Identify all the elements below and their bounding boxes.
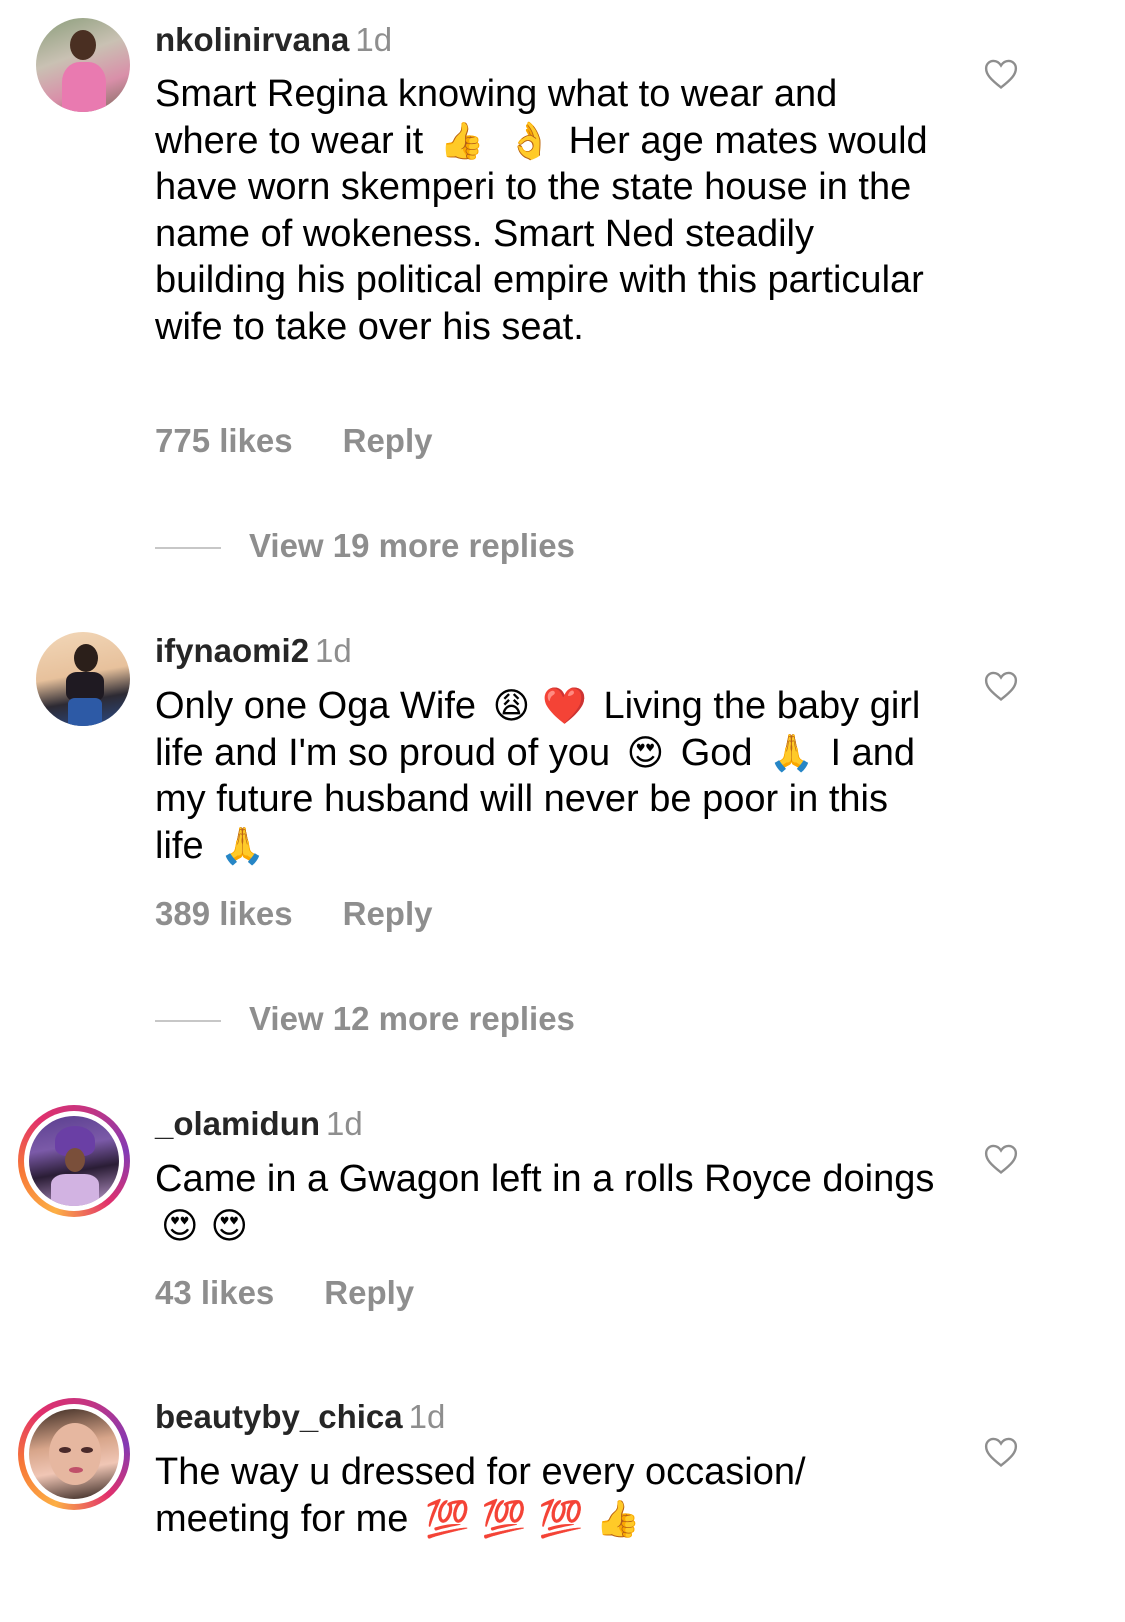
reply-button[interactable]: Reply xyxy=(343,895,433,932)
heart-outline-icon[interactable] xyxy=(984,1143,1018,1175)
comment-text: Only one Oga Wife 😩 ❤️ Living the baby gi… xyxy=(155,683,945,869)
likes-count[interactable]: 775 likes xyxy=(155,422,293,459)
username[interactable]: beautyby_chica xyxy=(155,1398,403,1435)
heart-eyes-emoji: 😍 xyxy=(210,1204,249,1246)
timestamp: 1d xyxy=(408,1398,446,1435)
replies-divider xyxy=(155,1020,221,1023)
reply-button[interactable]: Reply xyxy=(343,422,433,459)
comment-text: Smart Regina knowing what to wear and wh… xyxy=(155,73,928,348)
ok-hand-emoji: 👌 xyxy=(507,119,553,161)
comment-header: ifynaomi2 1d xyxy=(155,631,352,671)
comment-header: nkolinirvana 1d xyxy=(155,20,392,60)
replies-divider xyxy=(155,547,221,550)
view-replies-button[interactable]: View 19 more replies xyxy=(155,527,575,565)
folded-hands-emoji: 🙏 xyxy=(769,731,814,773)
comment-meta: 389 likes Reply xyxy=(155,895,433,933)
avatar xyxy=(29,1116,119,1206)
view-replies-button[interactable]: View 12 more replies xyxy=(155,1000,575,1038)
avatar-story-ring[interactable] xyxy=(18,1398,130,1510)
hundred-points-emoji: 💯 xyxy=(425,1497,470,1539)
timestamp: 1d xyxy=(355,21,393,58)
username[interactable]: nkolinirvana xyxy=(155,21,349,58)
comment-text: The way u dressed for every occasion/ me… xyxy=(155,1449,945,1542)
heart-outline-icon[interactable] xyxy=(984,670,1018,702)
hundred-points-emoji: 💯 xyxy=(538,1497,584,1539)
comment-header: _olamidun 1d xyxy=(155,1104,363,1144)
heart-outline-icon[interactable] xyxy=(984,58,1018,90)
reply-button[interactable]: Reply xyxy=(324,1274,414,1311)
comment-meta: 775 likes Reply xyxy=(155,422,433,460)
heart-eyes-emoji: 😍 xyxy=(161,1204,199,1246)
avatar xyxy=(29,1409,119,1499)
avatar-story-ring[interactable] xyxy=(18,1105,130,1217)
timestamp: 1d xyxy=(315,632,352,669)
username[interactable]: _olamidun xyxy=(155,1105,320,1142)
weary-face-emoji: 😩 xyxy=(492,685,531,726)
avatar[interactable] xyxy=(36,18,130,112)
thumbs-up-emoji: 👍 xyxy=(595,1497,641,1539)
hundred-points-emoji: 💯 xyxy=(481,1497,527,1539)
heart-outline-icon[interactable] xyxy=(984,1436,1018,1468)
heart-eyes-emoji: 😍 xyxy=(626,731,665,773)
likes-count[interactable]: 389 likes xyxy=(155,895,293,932)
avatar[interactable] xyxy=(36,632,130,726)
username[interactable]: ifynaomi2 xyxy=(155,632,309,669)
timestamp: 1d xyxy=(326,1105,363,1142)
thumbs-up-emoji: 👍 xyxy=(439,119,485,161)
comment-meta: 43 likes Reply xyxy=(155,1274,414,1312)
likes-count[interactable]: 43 likes xyxy=(155,1274,274,1311)
comment-text: Came in a Gwagon left in a rolls Royce d… xyxy=(155,1156,945,1249)
red-heart-emoji: ❤️ xyxy=(542,685,587,726)
comment-header: beautyby_chica 1d xyxy=(155,1397,445,1437)
folded-hands-emoji: 🙏 xyxy=(220,824,265,866)
